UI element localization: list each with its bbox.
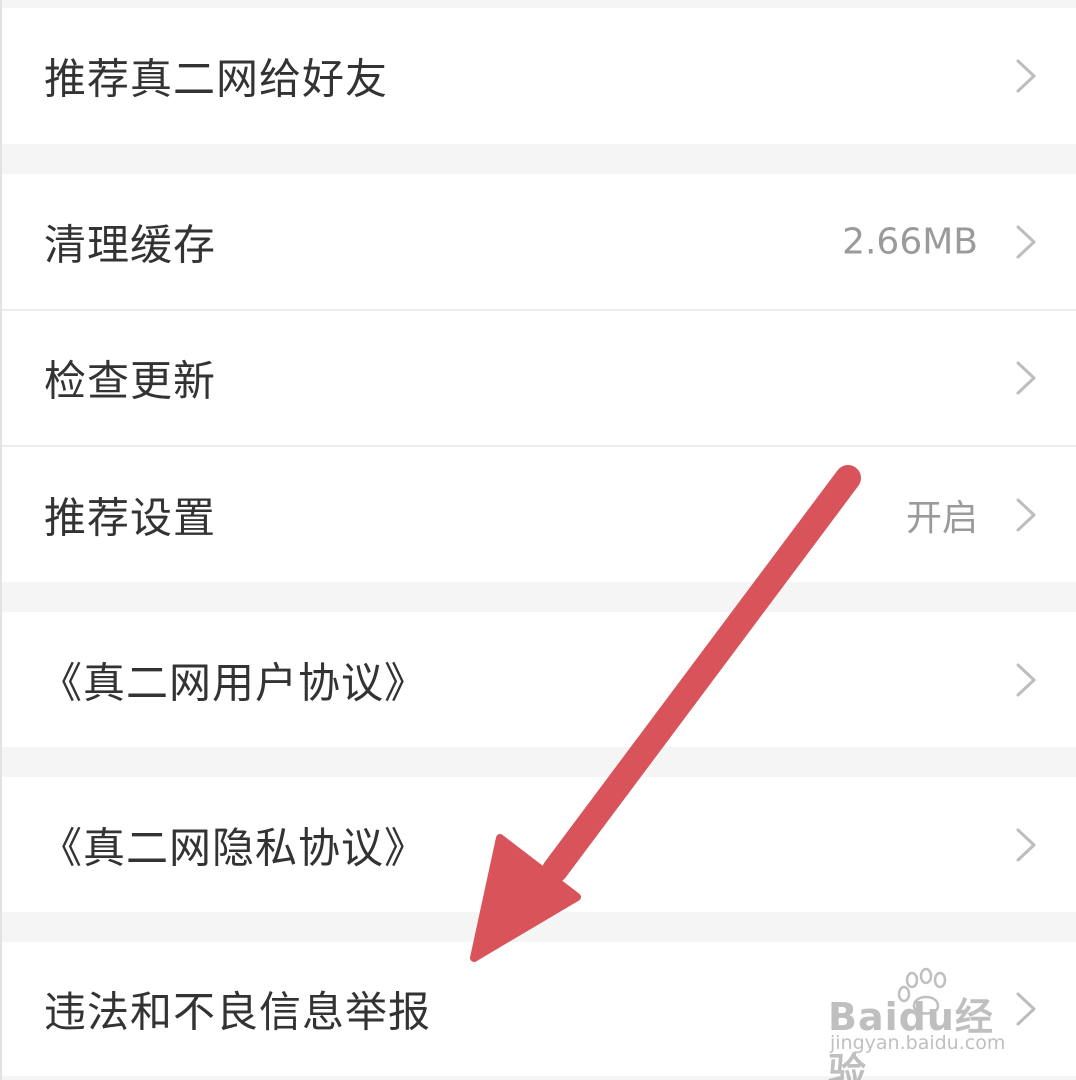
- recommend-friends-label: 推荐真二网给好友: [44, 54, 389, 104]
- clear-cache-item[interactable]: 清理缓存 2.66MB: [0, 174, 1076, 310]
- clear-cache-label: 清理缓存: [44, 220, 217, 270]
- privacy-agreement-label: 《真二网隐私协议》: [40, 823, 428, 872]
- chevron-right-icon: [1016, 498, 1036, 531]
- cache-size-value: 2.66MB: [842, 221, 978, 263]
- settings-screen: 推荐真二网给好友 清理缓存 2.66MB 检查更新 推荐设置 开启 《真二网用户…: [0, 0, 1076, 1080]
- chevron-right-icon: [1016, 828, 1036, 861]
- user-agreement-item[interactable]: 《真二网用户协议》: [0, 612, 1076, 747]
- user-agreement-label: 《真二网用户协议》: [40, 658, 428, 707]
- recommend-friends-item[interactable]: 推荐真二网给好友: [0, 8, 1076, 144]
- report-illegal-info-item[interactable]: 违法和不良信息举报: [0, 942, 1076, 1076]
- chevron-right-icon: [1016, 361, 1036, 395]
- check-update-item[interactable]: 检查更新: [0, 311, 1076, 445]
- chevron-right-icon: [1016, 225, 1036, 259]
- chevron-right-icon: [1016, 663, 1036, 696]
- report-illegal-info-label: 违法和不良信息举报: [44, 987, 432, 1037]
- left-edge-line: [0, 0, 2, 1080]
- chevron-right-icon: [1016, 59, 1036, 93]
- check-update-label: 检查更新: [44, 356, 217, 406]
- recommend-settings-label: 推荐设置: [44, 493, 217, 542]
- recommend-settings-value: 开启: [905, 497, 978, 539]
- recommend-settings-item[interactable]: 推荐设置 开启: [0, 447, 1076, 582]
- privacy-agreement-item[interactable]: 《真二网隐私协议》: [0, 777, 1076, 912]
- chevron-right-icon: [1016, 992, 1036, 1026]
